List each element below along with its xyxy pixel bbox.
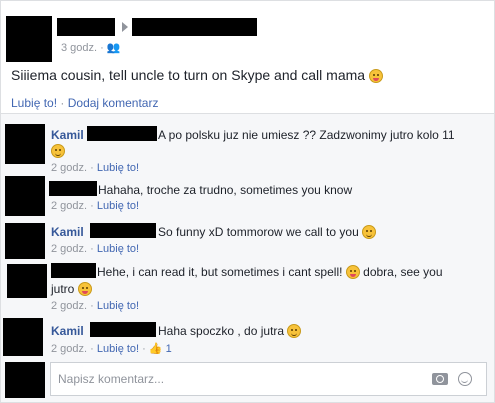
comment-avatar-redacted[interactable]: [5, 124, 45, 164]
comment-text: Hahaha, troche za trudno, sometimes you …: [98, 183, 352, 197]
friends-icon[interactable]: 👥: [107, 42, 121, 54]
emoji-picker-icon[interactable]: [458, 372, 472, 386]
comment-3-meta: 2 godz. · Lubię to!: [51, 243, 139, 255]
separator-dot: ·: [142, 343, 149, 355]
comment-like-link[interactable]: Lubię to!: [97, 300, 139, 312]
comment-input[interactable]: [51, 363, 421, 395]
comment-composer[interactable]: [50, 362, 487, 396]
comment-5-line: Kamil: [51, 324, 84, 338]
comment-text: So funny xD tommorow we call to you: [158, 225, 377, 239]
comment-like-link[interactable]: Lubię to!: [97, 162, 139, 174]
separator-dot: ·: [90, 300, 97, 312]
tongue-emoji-icon: [368, 69, 383, 83]
composer-avatar-redacted: [5, 362, 45, 398]
comment-4-text-cont: dobra, see you: [363, 265, 443, 279]
comment-3-text: So funny xD tommorow we call to you: [158, 225, 359, 239]
comment-author-surname-redacted[interactable]: [90, 322, 156, 337]
comment-author[interactable]: Kamil: [51, 324, 84, 338]
comment-1-line: Kamil: [51, 128, 84, 142]
comment-5-text: Haha spoczko , do jutra: [158, 324, 285, 338]
post-timestamp[interactable]: 3 godz. · 👥: [61, 41, 121, 54]
post-card: 3 godz. · 👥 Siiiema cousin, tell uncle t…: [0, 0, 495, 114]
post-message: Siiiema cousin, tell uncle to turn on Sk…: [11, 67, 366, 83]
author-avatar-redacted[interactable]: [6, 16, 52, 62]
separator-dot: ·: [60, 96, 68, 110]
comments-section: [0, 114, 495, 403]
comment-2-text: Hahaha, troche za trudno, sometimes you …: [98, 183, 353, 197]
post-actions: Lubię to! · Dodaj komentarz: [11, 96, 158, 110]
arrow-right-icon: [122, 22, 128, 32]
smile-emoji-icon: [362, 225, 377, 239]
comment-like-link[interactable]: Lubię to!: [97, 243, 139, 255]
comment-4-line2: jutro: [51, 282, 92, 296]
comment-time[interactable]: 2 godz.: [51, 200, 87, 212]
separator-dot: ·: [100, 42, 107, 54]
post-time[interactable]: 3 godz.: [61, 42, 97, 54]
recipient-name-redacted[interactable]: [132, 18, 257, 36]
separator-dot: ·: [90, 343, 97, 355]
comment-avatar-redacted[interactable]: [3, 318, 43, 356]
comment-author-surname-redacted[interactable]: [87, 126, 157, 141]
smile-emoji-icon: [287, 324, 302, 338]
comment-avatar-redacted[interactable]: [5, 176, 45, 216]
comment-author-surname-redacted[interactable]: [90, 223, 156, 238]
add-comment-link[interactable]: Dodaj komentarz: [68, 96, 159, 110]
comment-author[interactable]: Kamil: [51, 128, 84, 142]
separator-dot: ·: [90, 243, 97, 255]
tongue-emoji-icon: [345, 265, 360, 279]
comment-like-count[interactable]: 1: [166, 343, 172, 355]
comment-4-text: Hehe, i can read it, but sometimes i can…: [97, 265, 343, 279]
comment-1-meta: 2 godz. · Lubię to!: [51, 162, 139, 174]
comment-author[interactable]: Kamil: [51, 225, 84, 239]
comment-2-meta: 2 godz. · Lubię to!: [51, 200, 139, 212]
comment-time[interactable]: 2 godz.: [51, 162, 87, 174]
camera-icon[interactable]: [432, 373, 448, 385]
comment-text: A po polsku juz nie umiesz ?? Zadzwonimy…: [158, 128, 455, 142]
comment-4-text-end: jutro: [51, 282, 75, 296]
comment-1-text: A po polsku juz nie umiesz ?? Zadzwonimy…: [158, 128, 455, 142]
thumbs-up-icon[interactable]: 👍: [149, 343, 163, 355]
comment-time[interactable]: 2 godz.: [51, 300, 87, 312]
comment-avatar-redacted[interactable]: [7, 264, 47, 298]
separator-dot: ·: [90, 162, 97, 174]
comment-like-link[interactable]: Lubię to!: [97, 200, 139, 212]
comment-text: Haha spoczko , do jutra: [158, 324, 302, 338]
comment-3-line: Kamil: [51, 225, 84, 239]
tongue-emoji-icon: [77, 282, 92, 296]
comment-author-redacted[interactable]: [51, 263, 96, 278]
comment-5-meta: 2 godz. · Lubię to! · 👍 1: [51, 342, 172, 355]
smile-emoji-icon: [51, 144, 65, 158]
comment-author-redacted[interactable]: [49, 181, 97, 196]
comment-time[interactable]: 2 godz.: [51, 343, 87, 355]
author-name-redacted[interactable]: [57, 18, 115, 36]
comment-time[interactable]: 2 godz.: [51, 243, 87, 255]
post-like-link[interactable]: Lubię to!: [11, 96, 57, 110]
comment-1-emoji-line: [51, 144, 65, 158]
comment-text: Hehe, i can read it, but sometimes i can…: [97, 265, 443, 279]
comment-like-link[interactable]: Lubię to!: [97, 343, 139, 355]
comment-4-meta: 2 godz. · Lubię to!: [51, 300, 139, 312]
comment-avatar-redacted[interactable]: [5, 223, 45, 259]
post-text: Siiiema cousin, tell uncle to turn on Sk…: [11, 67, 383, 83]
separator-dot: ·: [90, 200, 97, 212]
